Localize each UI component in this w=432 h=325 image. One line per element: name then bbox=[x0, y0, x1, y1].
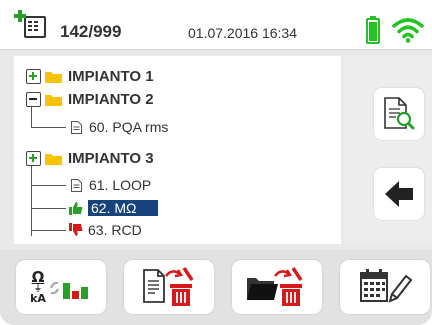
tree-item-62[interactable]: 62. MΩ bbox=[69, 198, 159, 218]
back-arrow-icon bbox=[385, 181, 413, 207]
tree-item-61[interactable]: 61. LOOP bbox=[71, 175, 151, 195]
back-button[interactable] bbox=[374, 168, 424, 220]
side-actions bbox=[344, 56, 432, 244]
tree-group-impianto-3[interactable]: IMPIANTO 3 bbox=[26, 148, 154, 168]
instrument-screen: 142/999 01.07.2016 16:34 IMPIANTO 1 IMPI… bbox=[0, 0, 432, 325]
expand-icon[interactable] bbox=[26, 68, 41, 84]
thumbs-down-icon bbox=[69, 223, 83, 236]
document-magnifier-icon bbox=[384, 97, 415, 130]
delete-document-icon bbox=[143, 267, 194, 306]
measure-range-button[interactable]: Ω ⏚ kA bbox=[16, 260, 106, 314]
bottom-toolbar: Ω ⏚ kA bbox=[0, 250, 432, 325]
item-label: 62. MΩ bbox=[88, 200, 159, 216]
tree-item-63[interactable]: 63. RCD bbox=[69, 220, 142, 240]
tree-group-impianto-1[interactable]: IMPIANTO 1 bbox=[26, 66, 154, 86]
range-bars-icon bbox=[49, 281, 88, 299]
view-details-button[interactable] bbox=[374, 88, 424, 140]
expand-icon[interactable] bbox=[26, 150, 41, 166]
battery-icon bbox=[366, 16, 380, 44]
document-icon bbox=[71, 120, 82, 134]
item-label: 61. LOOP bbox=[89, 177, 152, 193]
collapse-icon[interactable] bbox=[26, 91, 41, 107]
document-icon bbox=[71, 178, 82, 192]
folder-icon bbox=[45, 71, 62, 83]
date-time: 01.07.2016 16:34 bbox=[188, 25, 297, 41]
delete-record-button[interactable] bbox=[124, 260, 214, 314]
edit-date-button[interactable] bbox=[340, 260, 430, 314]
delete-folder-button[interactable] bbox=[232, 260, 322, 314]
item-label: 60. PQA rms bbox=[89, 119, 169, 135]
group-label: IMPIANTO 3 bbox=[68, 149, 154, 167]
folder-icon bbox=[45, 94, 62, 106]
group-label: IMPIANTO 1 bbox=[68, 67, 154, 85]
group-label: IMPIANTO 2 bbox=[68, 90, 154, 108]
wifi-icon bbox=[392, 18, 424, 43]
record-counter: 142/999 bbox=[60, 22, 122, 41]
ohm-unit: Ω bbox=[31, 268, 45, 286]
ka-unit: kA bbox=[30, 292, 46, 305]
delete-folder-icon bbox=[247, 267, 303, 306]
memory-card-plus-icon bbox=[14, 10, 46, 38]
measure-range-icon: Ω ⏚ kA bbox=[30, 270, 92, 304]
tree-group-impianto-2[interactable]: IMPIANTO 2 bbox=[26, 89, 154, 109]
tree-item-60[interactable]: 60. PQA rms bbox=[71, 117, 168, 137]
folder-icon bbox=[45, 153, 62, 165]
item-label: 63. RCD bbox=[88, 222, 142, 238]
archive-tree[interactable]: IMPIANTO 1 IMPIANTO 2 60. PQA rms IMPIAN… bbox=[14, 56, 341, 244]
thumbs-up-icon bbox=[69, 202, 83, 215]
calendar-edit-icon bbox=[360, 269, 413, 303]
header-bar: 142/999 01.07.2016 16:34 bbox=[0, 0, 432, 50]
